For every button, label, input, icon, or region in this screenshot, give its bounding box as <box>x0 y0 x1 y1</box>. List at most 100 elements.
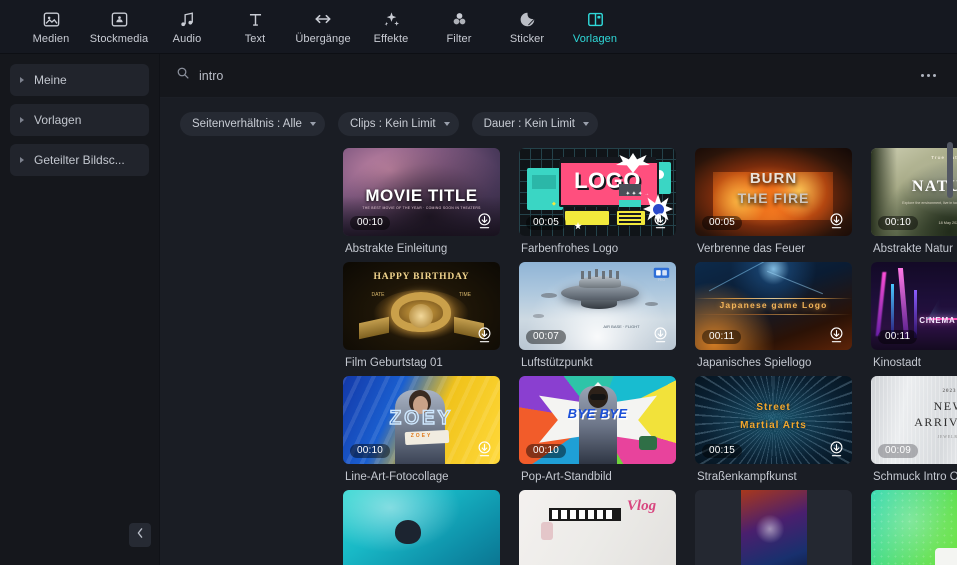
template-thumbnail[interactable]: AIR BASE · FLIGHT 00:07 PRO <box>519 262 676 350</box>
content-pane: Seitenverhältnis : Alle Clips : Kein Lim… <box>160 54 957 565</box>
duration-badge: 00:15 <box>702 444 743 458</box>
duration-badge: 00:09 <box>878 444 919 458</box>
download-icon[interactable] <box>477 213 492 229</box>
toolbar-tab-medien[interactable]: Medien <box>18 2 84 52</box>
duration-badge: 00:10 <box>526 444 567 458</box>
template-title: Line-Art-Fotocollage <box>345 471 449 483</box>
toolbar-tab-stockmedia[interactable]: Stockmedia <box>86 2 152 52</box>
template-thumbnail[interactable]: CINEMA CITY00:11 <box>871 262 957 350</box>
download-icon[interactable] <box>829 441 844 457</box>
more-options-button[interactable] <box>915 65 941 87</box>
filter-duration[interactable]: Dauer : Kein Limit <box>471 112 598 136</box>
toolbar-tab-uebergaenge[interactable]: Übergänge <box>290 2 356 52</box>
toolbar-tab-text[interactable]: Text <box>222 2 288 52</box>
download-icon[interactable] <box>653 213 668 229</box>
duration-badge: 00:07 <box>526 330 567 344</box>
audio-note-icon <box>178 8 197 30</box>
duration-badge: 00:11 <box>702 330 742 344</box>
chevron-right-icon <box>20 77 24 83</box>
download-icon[interactable] <box>829 327 844 343</box>
template-title: Verbrenne das Feuer <box>697 243 806 255</box>
more-horizontal-icon <box>932 74 936 77</box>
template-title: Farbenfrohes Logo <box>521 243 619 255</box>
toolbar-label: Audio <box>172 33 202 45</box>
sidebar-item-label: Meine <box>34 73 67 87</box>
duration-badge: 00:10 <box>350 216 391 230</box>
search-icon <box>176 66 190 85</box>
sidebar-collapse-button[interactable] <box>129 523 151 547</box>
template-thumbnail[interactable]: Japanese game Logo 00:11 <box>695 262 852 350</box>
sidebar-item-vorlagen[interactable]: Vorlagen <box>10 104 149 136</box>
duration-badge: 00:05 <box>526 216 567 230</box>
template-card[interactable] <box>695 490 852 565</box>
left-sidebar: Meine Vorlagen Geteilter Bildsc... <box>0 54 160 565</box>
template-thumbnail[interactable]: Vlog <box>519 490 676 565</box>
template-thumbnail[interactable] <box>695 490 852 565</box>
duration-badge: 00:11 <box>878 330 918 344</box>
template-card[interactable] <box>871 490 957 565</box>
template-title: Pop-Art-Standbild <box>521 471 612 483</box>
template-thumbnail[interactable]: Street Martial Arts 00:15 <box>695 376 852 464</box>
filter-clips[interactable]: Clips : Kein Limit <box>337 112 459 136</box>
toolbar-label: Medien <box>32 33 70 45</box>
sidebar-item-meine[interactable]: Meine <box>10 64 149 96</box>
template-thumbnail[interactable]: 2023 NEW ARRIVALS JEWELRY00:09 <box>871 376 957 464</box>
template-title: Straßenkampfkunst <box>697 471 797 483</box>
template-title: Abstrakte Einleitung <box>345 243 448 255</box>
sidebar-item-geteilter-bildschirm[interactable]: Geteilter Bildsc... <box>10 144 149 176</box>
template-thumbnail[interactable]: BYE BYE 00:10 <box>519 376 676 464</box>
toolbar-label: Filter <box>446 33 472 45</box>
transitions-arrow-icon <box>313 8 333 30</box>
download-icon[interactable] <box>477 327 492 343</box>
more-horizontal-icon <box>920 74 924 77</box>
download-icon[interactable] <box>477 441 492 457</box>
chevron-right-icon <box>20 117 24 123</box>
filter-bar: Seitenverhältnis : Alle Clips : Kein Lim… <box>160 98 957 148</box>
template-card[interactable]: MOVIE TITLE THE BEST MOVIE OF THE YEAR ·… <box>343 148 500 255</box>
toolbar-tab-audio[interactable]: Audio <box>154 2 220 52</box>
chevron-right-icon <box>20 157 24 163</box>
template-thumbnail[interactable]: True Nature NATURE Explore the environme… <box>871 148 957 236</box>
template-thumbnail[interactable] <box>343 490 500 565</box>
search-bar <box>160 54 957 98</box>
template-thumbnail[interactable]: BURN THE FIRE 00:05 <box>695 148 852 236</box>
stock-media-icon <box>110 8 129 30</box>
template-card[interactable]: BURN THE FIRE 00:05 Verbrenne das Feuer <box>695 148 852 255</box>
chevron-down-icon <box>309 122 316 126</box>
template-card[interactable] <box>343 490 500 565</box>
template-card[interactable]: Vlog <box>519 490 676 565</box>
toolbar-tab-effekte[interactable]: Effekte <box>358 2 424 52</box>
toolbar-tab-filter[interactable]: Filter <box>426 2 492 52</box>
sidebar-item-label: Vorlagen <box>34 113 82 127</box>
vertical-scrollbar[interactable] <box>947 142 953 198</box>
template-title: Kinostadt <box>873 357 921 369</box>
chevron-down-icon <box>443 122 450 126</box>
filter-aspect-ratio[interactable]: Seitenverhältnis : Alle <box>180 112 325 136</box>
template-card[interactable]: LOGO ◆ ✦✦✦→ 00:05 Farbenfrohes Logo <box>519 148 676 255</box>
search-field-wrap[interactable] <box>176 66 915 85</box>
template-card[interactable]: CINEMA CITY00:11 Kinostadt <box>871 262 957 369</box>
template-card[interactable]: HAPPY BIRTHDAY DATE TIME Film Geburtstag… <box>343 262 500 369</box>
template-card[interactable]: 2023 NEW ARRIVALS JEWELRY00:09 Schmuck I… <box>871 376 957 483</box>
template-card[interactable]: AIR BASE · FLIGHT 00:07 PRO Luftstützpunkt <box>519 262 676 369</box>
toolbar-label: Stockmedia <box>89 33 149 45</box>
template-card[interactable]: Japanese game Logo 00:11 Japanisches Spie… <box>695 262 852 369</box>
template-thumbnail[interactable]: ZOEY ZOEY 00:10 <box>343 376 500 464</box>
template-thumbnail[interactable] <box>871 490 957 565</box>
template-card[interactable]: BYE BYE 00:10 Pop-Art-Standbild <box>519 376 676 483</box>
search-input[interactable] <box>199 68 499 83</box>
toolbar-tab-vorlagen[interactable]: Vorlagen <box>562 2 628 52</box>
templates-panel-icon <box>586 8 605 30</box>
template-thumbnail[interactable]: MOVIE TITLE THE BEST MOVIE OF THE YEAR ·… <box>343 148 500 236</box>
download-icon[interactable] <box>653 327 668 343</box>
sticker-icon <box>518 8 537 30</box>
svg-text:PRO: PRO <box>658 278 666 281</box>
template-title: Film Geburtstag 01 <box>345 357 443 369</box>
template-thumbnail[interactable]: LOGO ◆ ✦✦✦→ 00:05 <box>519 148 676 236</box>
template-card[interactable]: Street Martial Arts 00:15 Straßenkampfkun… <box>695 376 852 483</box>
template-card[interactable]: True Nature NATURE Explore the environme… <box>871 148 957 255</box>
template-card[interactable]: ZOEY ZOEY 00:10 Line-Art-Fotocollage <box>343 376 500 483</box>
toolbar-tab-sticker[interactable]: Sticker <box>494 2 560 52</box>
download-icon[interactable] <box>829 213 844 229</box>
template-thumbnail[interactable]: HAPPY BIRTHDAY DATE TIME <box>343 262 500 350</box>
